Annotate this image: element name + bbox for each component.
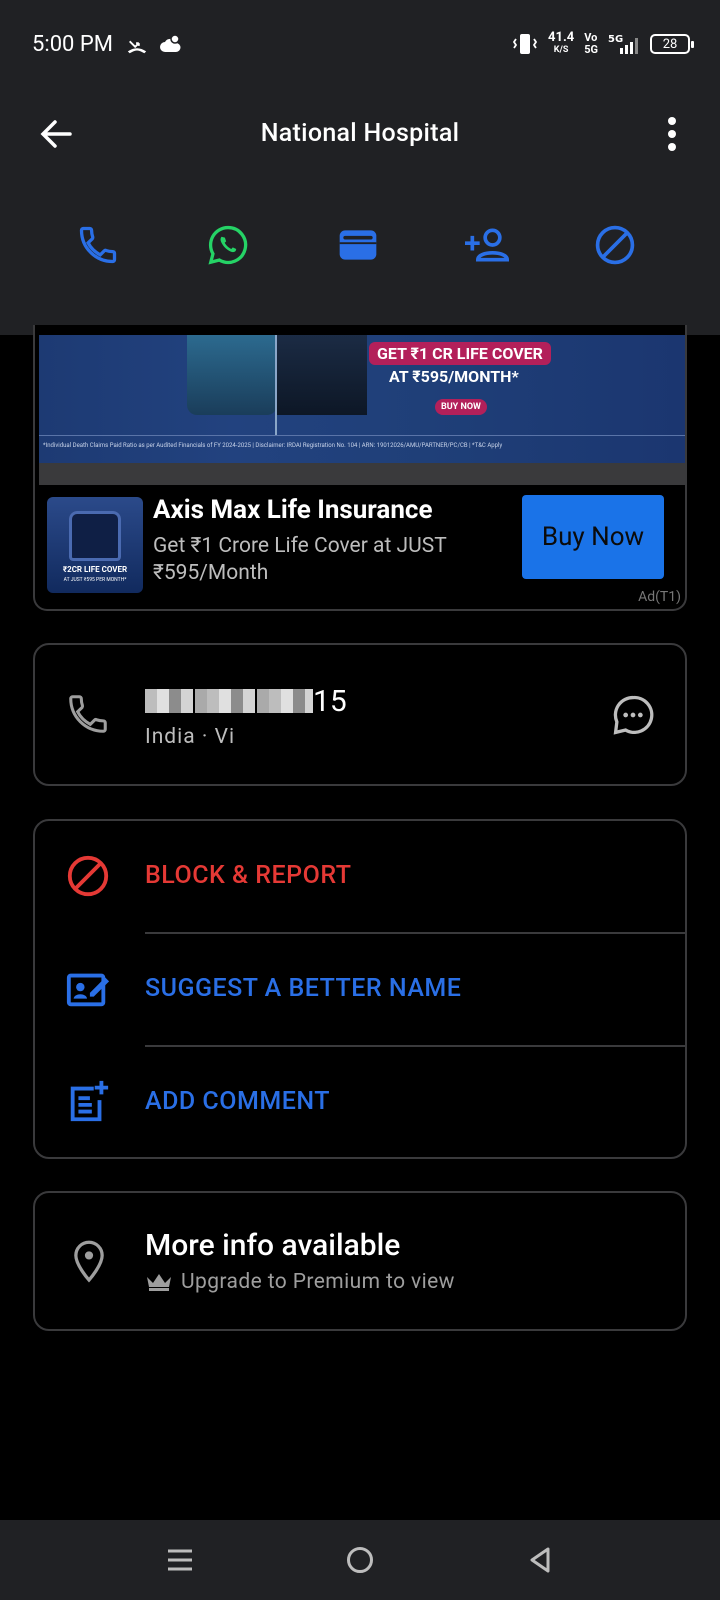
- suggest-name-row[interactable]: SUGGEST A BETTER NAME: [35, 934, 685, 1047]
- ad-title: Axis Max Life Insurance: [153, 495, 433, 525]
- block-icon: [67, 855, 109, 897]
- home-circle-icon: [347, 1547, 373, 1573]
- suggest-name-label: SUGGEST A BETTER NAME: [145, 974, 462, 1003]
- vest-icon: [69, 511, 121, 561]
- phone-icon: [69, 695, 107, 733]
- ad-buy-now-button[interactable]: Buy Now: [522, 495, 664, 579]
- net-speed: 41.4 K/S: [548, 30, 575, 55]
- wallet-button[interactable]: [333, 220, 383, 270]
- add-comment-label: ADD COMMENT: [145, 1087, 330, 1116]
- premium-info-card[interactable]: More info available Upgrade to Premium t…: [33, 1191, 687, 1331]
- app-bar: National Hospital: [0, 90, 720, 335]
- add-contact-button[interactable]: [462, 220, 512, 270]
- status-time: 5:00 PM: [32, 32, 113, 57]
- phone-number-card[interactable]: 15 India · Vi: [33, 643, 687, 786]
- wallet-icon: [339, 230, 377, 260]
- block-report-label: BLOCK & REPORT: [145, 861, 352, 890]
- options-card: BLOCK & REPORT SUGGEST A BETTER NAME ADD…: [33, 819, 687, 1159]
- block-icon: [595, 225, 635, 265]
- more-options-button[interactable]: [662, 114, 682, 154]
- ad-card[interactable]: GET ₹1 CR LIFE COVER AT ₹595/MONTH* BUY …: [33, 325, 687, 611]
- location-pin-icon: [74, 1240, 104, 1283]
- ad-banner-headline: GET ₹1 CR LIFE COVER: [369, 342, 551, 365]
- battery-indicator: 28: [650, 34, 694, 54]
- whatsapp-icon: [208, 225, 248, 265]
- phone-icon: [79, 226, 117, 264]
- cloud-alert-icon: [160, 34, 181, 52]
- phone-number: 15: [145, 684, 347, 719]
- whatsapp-button[interactable]: [203, 220, 253, 270]
- recents-button[interactable]: [160, 1540, 200, 1580]
- status-bar: 5:00 PM 41.4 K/S Vo 5G 5G 28: [0, 0, 720, 90]
- svg-text:5G: 5G: [608, 34, 623, 45]
- volte-indicator: Vo 5G: [584, 31, 598, 56]
- system-nav-bar: [0, 1520, 720, 1600]
- ad-banner-subline: AT ₹595/MONTH*: [389, 367, 519, 386]
- vibrate-icon: [512, 34, 538, 54]
- phone-carrier: India · Vi: [145, 725, 236, 749]
- ad-thumbnail[interactable]: ₹2CR LIFE COVER AT JUST ₹595 PER MONTH*: [47, 497, 143, 593]
- ad-label: Ad(T1): [638, 589, 681, 605]
- add-note-icon: [70, 1080, 109, 1122]
- crown-icon: [147, 1274, 171, 1291]
- call-button[interactable]: [73, 220, 123, 270]
- signal-icon: 5G: [608, 34, 638, 54]
- message-button[interactable]: [611, 693, 655, 737]
- block-button[interactable]: [590, 220, 640, 270]
- message-icon: [613, 695, 654, 735]
- redacted-digits: [145, 689, 313, 713]
- menu-icon: [168, 1549, 192, 1571]
- more-info-title: More info available: [145, 1228, 401, 1263]
- ad-disclaimer: *Individual Death Claims Paid Ratio as p…: [39, 435, 685, 463]
- ad-description: Get ₹1 Crore Life Cover at JUST ₹595/Mon…: [153, 534, 447, 585]
- home-button[interactable]: [340, 1540, 380, 1580]
- page-title: National Hospital: [260, 119, 460, 148]
- ad-banner-image[interactable]: GET ₹1 CR LIFE COVER AT ₹595/MONTH* BUY …: [39, 335, 685, 463]
- ad-banner-cta: BUY NOW: [435, 399, 487, 415]
- missed-call-icon: [127, 40, 147, 54]
- edit-name-icon: [66, 973, 110, 1007]
- block-report-row[interactable]: BLOCK & REPORT: [35, 821, 685, 934]
- back-triangle-icon: [530, 1547, 550, 1573]
- back-nav-button[interactable]: [520, 1540, 560, 1580]
- add-comment-row[interactable]: ADD COMMENT: [35, 1047, 685, 1160]
- add-person-icon: [465, 228, 510, 262]
- upgrade-premium-text: Upgrade to Premium to view: [181, 1270, 455, 1294]
- quick-actions: [0, 220, 720, 280]
